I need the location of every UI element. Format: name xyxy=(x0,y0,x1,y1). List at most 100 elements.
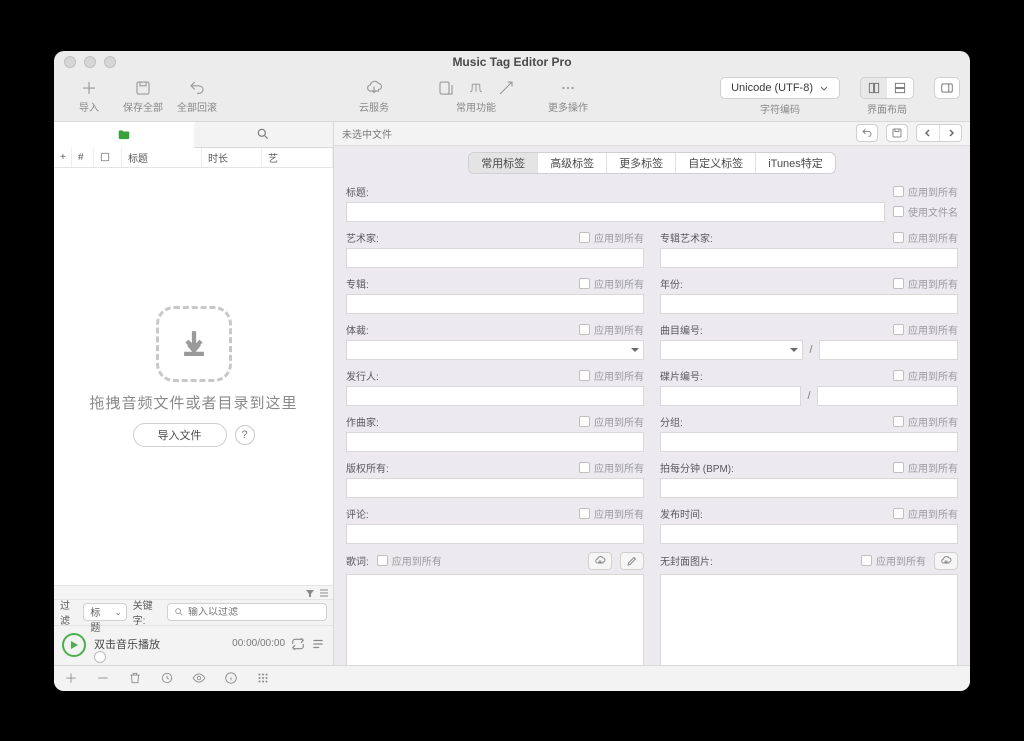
col-artwork-icon[interactable] xyxy=(94,148,122,167)
folder-tab[interactable] xyxy=(54,122,194,148)
layout-segment[interactable] xyxy=(860,77,914,99)
title-apply-all[interactable]: 应用到所有 xyxy=(893,184,958,199)
remove-icon[interactable] xyxy=(96,671,110,685)
grouping-input[interactable] xyxy=(660,432,958,452)
lyrics-download-button[interactable] xyxy=(588,552,612,570)
composer-input[interactable] xyxy=(346,432,644,452)
encoding-value: Unicode (UTF-8) xyxy=(731,82,813,94)
import-file-button[interactable]: 导入文件 xyxy=(133,423,227,447)
filter-search[interactable] xyxy=(167,603,327,621)
cloud-service-button[interactable]: 云服务 xyxy=(349,75,399,119)
common-fn-button[interactable]: 常用功能 xyxy=(437,75,515,119)
album-input[interactable] xyxy=(346,294,644,314)
tab-common[interactable]: 常用标签 xyxy=(469,153,537,173)
album-artist-input[interactable] xyxy=(660,248,958,268)
help-button[interactable]: ? xyxy=(235,425,255,445)
column-headers: + # 标题 时长 艺 xyxy=(54,148,333,168)
col-add[interactable]: + xyxy=(54,148,72,167)
add-icon[interactable] xyxy=(64,671,78,685)
list-icon[interactable] xyxy=(311,637,325,651)
search-tab[interactable] xyxy=(194,122,334,148)
year-apply-all[interactable]: 应用到所有 xyxy=(893,276,958,291)
info-icon[interactable] xyxy=(224,671,238,685)
use-filename-check[interactable]: 使用文件名 xyxy=(893,204,958,219)
col-title[interactable]: 标题 xyxy=(122,148,202,167)
tab-more[interactable]: 更多标签 xyxy=(606,153,675,173)
artwork-box[interactable] xyxy=(660,574,958,665)
track-total-input[interactable] xyxy=(819,340,958,360)
more-ops-button[interactable]: 更多操作 xyxy=(543,75,593,119)
lyrics-apply-all[interactable]: 应用到所有 xyxy=(377,553,442,568)
nav-segment xyxy=(916,124,962,142)
comment-apply-all[interactable]: 应用到所有 xyxy=(579,506,644,521)
album-apply-all[interactable]: 应用到所有 xyxy=(579,276,644,291)
layout-rows-icon[interactable] xyxy=(887,78,913,98)
artist-apply-all[interactable]: 应用到所有 xyxy=(579,230,644,245)
filter-input[interactable] xyxy=(188,607,320,618)
copyright-input[interactable] xyxy=(346,478,644,498)
publisher-apply-all[interactable]: 应用到所有 xyxy=(579,368,644,383)
genre-select[interactable] xyxy=(346,340,644,360)
lyrics-edit-button[interactable] xyxy=(620,552,644,570)
save-all-button[interactable]: 保存全部 xyxy=(118,75,168,119)
right-panel: 未选中文件 常用标签 高级标签 更多标签 自定义标签 iTunes特定 xyxy=(334,122,970,665)
disc-total-input[interactable] xyxy=(817,386,958,406)
grid-icon[interactable] xyxy=(256,671,270,685)
disc-num-input[interactable] xyxy=(660,386,801,406)
comment-input[interactable] xyxy=(346,524,644,544)
selection-status: 未选中文件 xyxy=(342,126,848,141)
title-input[interactable] xyxy=(346,202,885,222)
copyright-apply-all[interactable]: 应用到所有 xyxy=(579,460,644,475)
player-hint: 双击音乐播放 xyxy=(94,636,160,652)
composer-apply-all[interactable]: 应用到所有 xyxy=(579,414,644,429)
track-apply-all[interactable]: 应用到所有 xyxy=(893,322,958,337)
menu-icon[interactable] xyxy=(319,588,329,598)
encoding-select[interactable]: Unicode (UTF-8) xyxy=(720,77,840,99)
filter-field-select[interactable]: 标题⌄ xyxy=(83,603,126,621)
reveal-icon[interactable] xyxy=(160,671,174,685)
grouping-apply-all[interactable]: 应用到所有 xyxy=(893,414,958,429)
h-scrollbar[interactable] xyxy=(54,585,333,599)
toolbar: 导入 保存全部 全部回滚 云服务 常用功能 更多操作 xyxy=(54,73,970,121)
filter-icon[interactable] xyxy=(305,588,315,598)
preview-icon[interactable] xyxy=(192,671,206,685)
disc-apply-all[interactable]: 应用到所有 xyxy=(893,368,958,383)
trash-icon[interactable] xyxy=(128,671,142,685)
col-num[interactable]: # xyxy=(72,148,94,167)
albumartist-apply-all[interactable]: 应用到所有 xyxy=(893,230,958,245)
undo-all-button[interactable]: 全部回滚 xyxy=(172,75,222,119)
artwork-download-button[interactable] xyxy=(934,552,958,570)
artwork-label: 无封面图片: xyxy=(660,553,713,568)
artist-input[interactable] xyxy=(346,248,644,268)
col-artist[interactable]: 艺 xyxy=(262,148,333,167)
bpm-apply-all[interactable]: 应用到所有 xyxy=(893,460,958,475)
player-time: 00:00/00:00 xyxy=(232,638,285,649)
release-apply-all[interactable]: 应用到所有 xyxy=(893,506,958,521)
repeat-icon[interactable] xyxy=(291,637,305,651)
lyrics-textarea[interactable] xyxy=(346,574,644,665)
layout-columns-icon[interactable] xyxy=(861,78,887,98)
year-input[interactable] xyxy=(660,294,958,314)
bpm-input[interactable] xyxy=(660,478,958,498)
artwork-apply-all[interactable]: 应用到所有 xyxy=(861,553,926,568)
undo-all-label: 全部回滚 xyxy=(177,99,217,114)
col-duration[interactable]: 时长 xyxy=(202,148,262,167)
filter-label: 过滤 xyxy=(60,597,77,627)
play-button[interactable] xyxy=(62,633,86,657)
drop-zone[interactable]: 拖拽音频文件或者目录到这里 导入文件 ? xyxy=(54,168,333,585)
save-button[interactable] xyxy=(886,124,908,142)
app-window: Music Tag Editor Pro 导入 保存全部 全部回滚 云服务 常 xyxy=(54,51,970,691)
tab-advanced[interactable]: 高级标签 xyxy=(537,153,606,173)
tab-custom[interactable]: 自定义标签 xyxy=(675,153,755,173)
import-button[interactable]: 导入 xyxy=(64,75,114,119)
toggle-sidebar-button[interactable] xyxy=(934,77,960,99)
track-num-input[interactable] xyxy=(660,340,803,360)
prev-button[interactable] xyxy=(917,125,939,141)
tab-itunes[interactable]: iTunes特定 xyxy=(755,153,835,173)
release-input[interactable] xyxy=(660,524,958,544)
next-button[interactable] xyxy=(939,125,961,141)
common-fn-label: 常用功能 xyxy=(456,99,496,114)
genre-apply-all[interactable]: 应用到所有 xyxy=(579,322,644,337)
undo-button[interactable] xyxy=(856,124,878,142)
publisher-input[interactable] xyxy=(346,386,644,406)
